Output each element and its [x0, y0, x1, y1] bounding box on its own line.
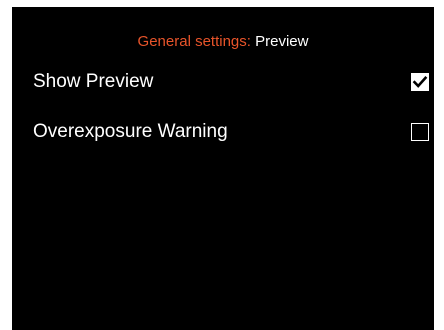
- checkmark-icon: [412, 75, 428, 88]
- header-page-label: Preview: [255, 33, 309, 50]
- settings-screen: General settings: Preview Show Preview O…: [12, 7, 434, 330]
- show-preview-checkbox[interactable]: [411, 73, 429, 91]
- setting-label-overexposure-warning: Overexposure Warning: [33, 121, 228, 142]
- setting-row-overexposure-warning[interactable]: Overexposure Warning: [12, 112, 434, 152]
- page-title: General settings: Preview: [12, 33, 434, 51]
- overexposure-warning-checkbox[interactable]: [411, 123, 429, 141]
- header-section-label: General settings:: [137, 33, 251, 50]
- setting-row-show-preview[interactable]: Show Preview: [12, 62, 434, 102]
- setting-label-show-preview: Show Preview: [33, 71, 154, 92]
